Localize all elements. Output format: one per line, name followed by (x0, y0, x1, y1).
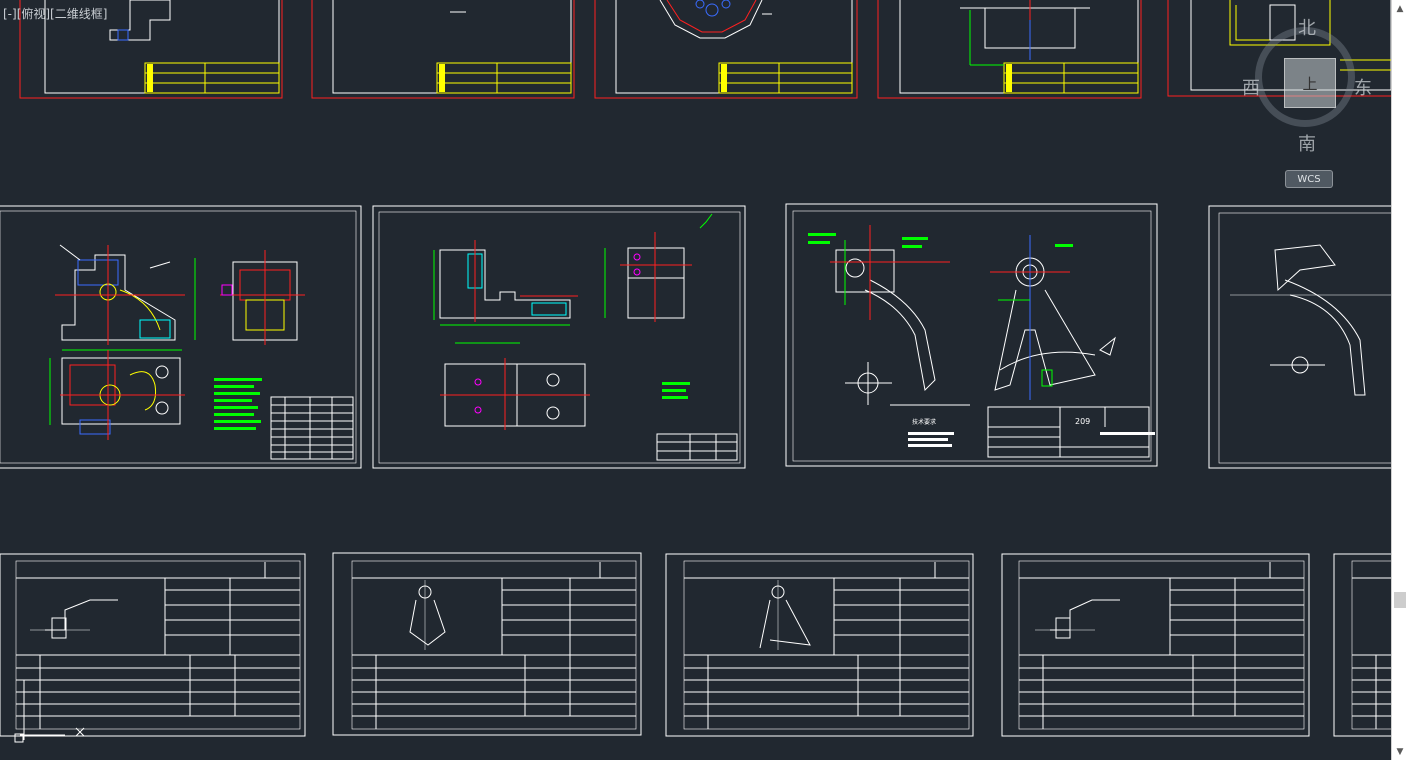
compass-east[interactable]: 东 (1354, 74, 1372, 100)
vertical-scrollbar[interactable]: ▲ ▼ (1391, 0, 1408, 760)
sheet-top-2[interactable] (311, 0, 575, 99)
part-number: 209 (1075, 417, 1090, 426)
tech-req-text: 技术要求 (912, 418, 936, 426)
viewcube-top-face[interactable]: 上 (1284, 58, 1336, 108)
process-card-2[interactable] (332, 552, 642, 736)
sheet-fork[interactable]: 技术要求 209 (785, 203, 1158, 467)
viewport-label[interactable]: [-][俯视][二维线框] (3, 5, 107, 22)
scroll-thumb[interactable] (1394, 592, 1406, 608)
sheet-top-4[interactable] (877, 0, 1142, 99)
wcs-menu-button[interactable]: WCS (1285, 170, 1333, 188)
scroll-down-icon[interactable]: ▼ (1392, 743, 1408, 760)
compass-west[interactable]: 西 (1242, 74, 1260, 100)
sheet-top-3[interactable] (594, 0, 858, 99)
model-space[interactable]: 技术要求 209 (0, 0, 1391, 760)
drawing-canvas[interactable]: 技术要求 209 [-][俯视][二维线框] 北 西 东 南 上 WCS (0, 0, 1391, 760)
scroll-up-icon[interactable]: ▲ (1392, 0, 1408, 17)
process-card-4[interactable] (1001, 553, 1310, 737)
sheet-assembly[interactable] (0, 205, 362, 469)
sheet-part-1[interactable] (372, 205, 746, 469)
viewcube[interactable]: 北 西 东 南 上 WCS (1242, 18, 1372, 192)
process-card-1[interactable] (0, 553, 306, 743)
compass-south[interactable]: 南 (1298, 130, 1316, 156)
sheet-fork-2[interactable] (1208, 205, 1391, 469)
process-card-3[interactable] (665, 553, 974, 737)
process-card-5[interactable] (1333, 553, 1391, 737)
compass-north[interactable]: 北 (1298, 14, 1316, 40)
